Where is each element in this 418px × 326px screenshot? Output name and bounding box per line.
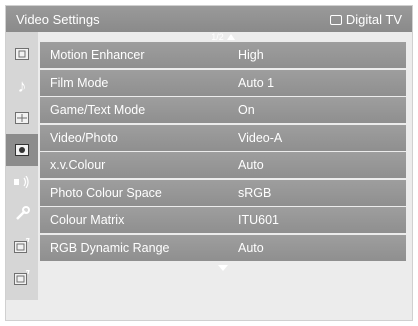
category-sidebar: ♪ (6, 32, 38, 300)
setting-value: Auto 1 (238, 75, 275, 90)
setting-row-xv-colour[interactable]: x.v.Colour Auto (40, 152, 406, 178)
sidebar-item-input-b[interactable] (6, 262, 38, 294)
sidebar-item-sound[interactable] (6, 166, 38, 198)
video-settings-icon (15, 144, 29, 156)
tv-icon (329, 14, 342, 25)
music-note-icon: ♪ (17, 75, 27, 96)
scroll-down-arrow-icon[interactable] (218, 264, 228, 271)
setting-row-motion-enhancer[interactable]: Motion Enhancer High (40, 42, 406, 68)
sidebar-item-video-settings[interactable] (6, 134, 38, 166)
setting-value: ITU601 (238, 213, 279, 227)
setting-label: Colour Matrix (50, 213, 125, 227)
title-bar: Video Settings Digital TV (6, 6, 412, 32)
setting-value: High (238, 48, 264, 62)
scroll-up-arrow-icon[interactable] (226, 34, 235, 40)
sidebar-item-music[interactable]: ♪ (6, 70, 38, 102)
input-b-icon (14, 270, 30, 285)
sidebar-item-screen[interactable] (6, 102, 38, 134)
setting-row-video-photo[interactable]: Video/Photo Video-A (40, 124, 406, 151)
setting-label: Video/Photo (50, 130, 118, 145)
page-indicator: 1/2 (40, 32, 406, 42)
aspect-ratio-icon (15, 112, 29, 124)
setting-value: Video-A (238, 130, 283, 145)
input-source-label: Digital TV (345, 12, 402, 27)
setting-label: Game/Text Mode (50, 103, 146, 117)
setting-row-game-text-mode[interactable]: Game/Text Mode On (40, 97, 406, 123)
sidebar-item-picture[interactable] (6, 38, 38, 70)
setting-row-film-mode[interactable]: Film Mode Auto 1 (40, 69, 406, 96)
wrench-icon (16, 206, 30, 220)
setting-row-photo-colour-space[interactable]: Photo Colour Space sRGB (40, 179, 406, 206)
setting-value: sRGB (238, 185, 272, 200)
setting-row-colour-matrix[interactable]: Colour Matrix ITU601 (40, 207, 406, 233)
speaker-icon (14, 176, 29, 188)
setting-label: Film Mode (50, 75, 109, 90)
setting-label: Motion Enhancer (50, 48, 145, 62)
setting-value: Auto (238, 240, 264, 255)
picture-icon (15, 48, 29, 60)
setting-value: Auto (238, 158, 264, 172)
setting-label: RGB Dynamic Range (50, 240, 170, 255)
menu-title: Video Settings (16, 12, 100, 27)
setting-label: Photo Colour Space (50, 185, 162, 200)
input-source: Digital TV (329, 12, 402, 27)
page-number: 1/2 (211, 32, 224, 42)
setting-value: On (238, 103, 255, 117)
setting-row-rgb-dynamic-range[interactable]: RGB Dynamic Range Auto (40, 234, 406, 261)
setting-label: x.v.Colour (50, 158, 106, 172)
sidebar-item-input-a[interactable] (6, 230, 38, 262)
tv-menu-screen: Video Settings Digital TV ♪ 1/2 Motion E… (6, 6, 412, 320)
input-a-icon (14, 238, 30, 253)
sidebar-item-setup[interactable] (6, 198, 38, 230)
settings-list: 1/2 Motion Enhancer High Film Mode Auto … (40, 32, 406, 271)
